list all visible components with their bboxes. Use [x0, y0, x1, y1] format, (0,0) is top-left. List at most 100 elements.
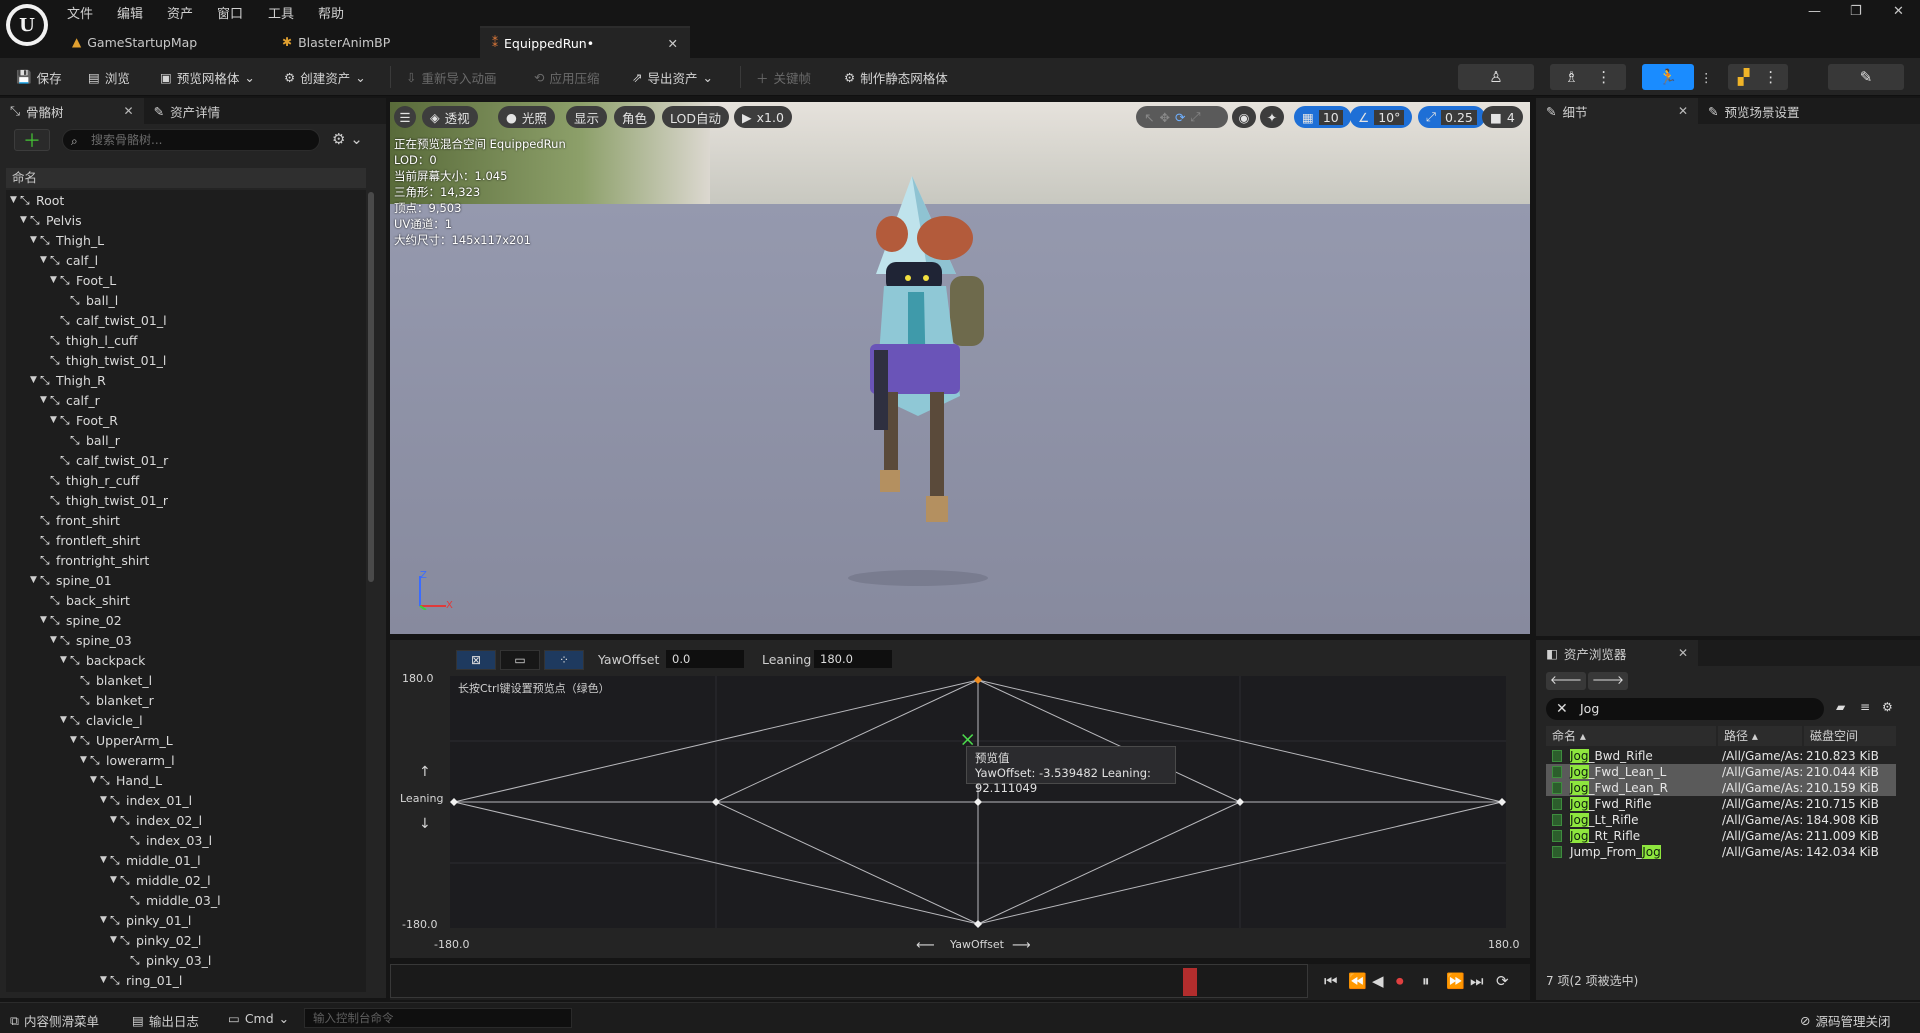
tab-details[interactable]: ✎ 细节 ✕: [1536, 98, 1698, 124]
bone-row[interactable]: ⤡ back_shirt: [40, 590, 130, 610]
scale-snap-button[interactable]: ⤢ 0.25: [1418, 106, 1485, 128]
bone-row[interactable]: ▼ ⤡ index_01_l: [100, 790, 192, 810]
folder-view-icon[interactable]: ▰: [1836, 700, 1845, 714]
expand-arrow-icon[interactable]: ▼: [50, 275, 60, 285]
expand-arrow-icon[interactable]: ▼: [110, 935, 120, 945]
play-reverse-icon[interactable]: ◀: [1372, 972, 1384, 990]
skip-to-end-icon[interactable]: ⏭: [1470, 972, 1484, 990]
bone-row[interactable]: ⤡ frontright_shirt: [30, 550, 149, 570]
unreal-logo-icon[interactable]: U: [6, 4, 48, 46]
back-button[interactable]: 🡐: [1546, 672, 1586, 690]
close-icon[interactable]: ✕: [1678, 104, 1688, 118]
bone-row[interactable]: ⤡ thigh_l_cuff: [40, 330, 138, 350]
bone-row[interactable]: ▼ ⤡ UpperArm_L: [70, 730, 173, 750]
world-local-icon[interactable]: ◉: [1232, 106, 1256, 128]
show-animation-names-icon[interactable]: ▭: [500, 650, 540, 670]
grid-snap-button[interactable]: ▦ 10: [1294, 106, 1351, 128]
save-button[interactable]: 💾 保存: [16, 66, 62, 88]
content-drawer-button[interactable]: ⧉ 内容侧滑菜单: [10, 1011, 99, 1030]
expand-arrow-icon[interactable]: ▼: [100, 855, 110, 865]
expand-arrow-icon[interactable]: ▼: [60, 715, 70, 725]
asset-row[interactable]: Jog_Fwd_Lean_L/All/Game/As: 210.044 KiB: [1546, 764, 1896, 780]
console-command-input[interactable]: 输入控制台命令: [304, 1008, 572, 1028]
step-forward-icon[interactable]: ⏩: [1446, 972, 1465, 990]
create-asset-button[interactable]: ⚙ 创建资产 ⌄: [284, 66, 366, 88]
tab-skeleton-tree[interactable]: ⤡ 骨骼树 ✕: [0, 98, 144, 124]
more-options-icon[interactable]: ⋮: [1700, 66, 1713, 88]
bone-row[interactable]: ▼ ⤡ Thigh_R: [30, 370, 106, 390]
output-log-button[interactable]: ▤ 输出日志: [132, 1011, 199, 1030]
expand-arrow-icon[interactable]: ▼: [90, 775, 100, 785]
expand-arrow-icon[interactable]: ▼: [50, 635, 60, 645]
leaning-field[interactable]: 180.0: [814, 650, 892, 668]
play-rate-button[interactable]: ▶ x1.0: [734, 106, 792, 128]
bone-row[interactable]: ▼ ⤡ middle_02_l: [110, 870, 211, 890]
bone-row[interactable]: ⤡ pinky_03_l: [120, 950, 211, 970]
timeline-scrubber[interactable]: [390, 964, 1308, 998]
bone-row[interactable]: ⤡ frontleft_shirt: [30, 530, 140, 550]
bone-row[interactable]: ▼ ⤡ Foot_R: [50, 410, 118, 430]
expand-arrow-icon[interactable]: ▼: [110, 815, 120, 825]
viewport-menu-icon[interactable]: ☰: [394, 106, 416, 128]
bone-row[interactable]: ⤡ thigh_twist_01_l: [40, 350, 166, 370]
tab-asset-details[interactable]: ✎ 资产详情: [144, 98, 231, 124]
preview-viewport[interactable]: ☰ ◈ 透视 ● 光照 显示 角色 LOD自动 ▶ x1.0 ↖ ✥ ⟳ ⤢ ◉ ✦ ▦ 10…: [390, 102, 1530, 634]
camera-speed-button[interactable]: ■ 4: [1482, 106, 1523, 128]
animation-mode-button[interactable]: 🏃: [1642, 64, 1694, 90]
bone-row[interactable]: ▼ ⤡ spine_01: [30, 570, 112, 590]
perspective-button[interactable]: ◈ 透视: [422, 106, 478, 128]
bone-row[interactable]: ▼ ⤡ index_02_l: [110, 810, 202, 830]
expand-arrow-icon[interactable]: ▼: [10, 195, 20, 205]
tab-equipped-run[interactable]: ⁑ EquippedRun• ✕: [480, 26, 690, 58]
asset-row[interactable]: Jog_Rt_Rifle/All/Game/As: 211.009 KiB: [1546, 828, 1896, 844]
bone-row[interactable]: ⤡ ball_l: [60, 290, 118, 310]
bone-row[interactable]: ⤡ thigh_twist_01_r: [40, 490, 168, 510]
expand-arrow-icon[interactable]: ▼: [70, 735, 80, 745]
menu-tools[interactable]: 工具: [268, 3, 294, 22]
filter-icon[interactable]: ≡: [1860, 700, 1870, 714]
blueprint-mode-button[interactable]: ▞ ⋮: [1728, 64, 1788, 90]
loop-icon[interactable]: ⟳: [1496, 972, 1509, 990]
tab-preview-scene-settings[interactable]: ✎ 预览场景设置: [1698, 98, 1810, 124]
search-input[interactable]: ⌕ 搜索骨骼树...: [62, 129, 320, 151]
close-icon[interactable]: ✕: [124, 104, 134, 118]
expand-arrow-icon[interactable]: ▼: [40, 395, 50, 405]
add-socket-button[interactable]: ＋: [14, 129, 50, 152]
column-name[interactable]: 命名 ▴: [1546, 726, 1716, 746]
asset-row[interactable]: Jog_Fwd_Rifle/All/Game/As: 210.715 KiB: [1546, 796, 1896, 812]
menu-file[interactable]: 文件: [67, 3, 93, 22]
expand-arrow-icon[interactable]: ▼: [40, 615, 50, 625]
physics-mode-button[interactable]: ✎: [1828, 64, 1904, 90]
expand-arrow-icon[interactable]: ▼: [60, 655, 70, 665]
expand-arrow-icon[interactable]: ▼: [100, 975, 110, 985]
asset-row[interactable]: Jog_Fwd_Lean_R/All/Game/As: 210.159 KiB: [1546, 780, 1896, 796]
bone-row[interactable]: ▼ ⤡ Thigh_L: [30, 230, 104, 250]
export-asset-button[interactable]: ⇗ 导出资产 ⌄: [632, 66, 713, 88]
mesh-mode-button[interactable]: ♗ ⋮: [1550, 64, 1626, 90]
menu-edit[interactable]: 编辑: [117, 3, 143, 22]
tab-asset-browser[interactable]: ◧ 资产浏览器 ✕: [1536, 640, 1698, 666]
expand-arrow-icon[interactable]: ▼: [100, 915, 110, 925]
tab-blaster-anim-bp[interactable]: ✱ BlasterAnimBP: [270, 26, 480, 58]
lighting-button[interactable]: ● 光照: [498, 106, 555, 128]
bone-row[interactable]: ⤡ thigh_r_cuff: [40, 470, 139, 490]
skeleton-mode-button[interactable]: ♙: [1458, 64, 1534, 90]
close-tab-icon[interactable]: ✕: [668, 36, 678, 51]
expand-arrow-icon[interactable]: ▼: [50, 415, 60, 425]
asset-row[interactable]: Jog_Bwd_Rifle/All/Game/As: 210.823 KiB: [1546, 748, 1896, 764]
bone-row[interactable]: ▼ ⤡ calf_r: [40, 390, 100, 410]
bone-row[interactable]: ▼ ⤡ spine_02: [40, 610, 122, 630]
make-static-mesh-button[interactable]: ⚙ 制作静态网格体: [844, 66, 948, 88]
triangulation-icon[interactable]: ⊠: [456, 650, 496, 670]
expand-arrow-icon[interactable]: ▼: [80, 755, 90, 765]
bone-row[interactable]: ▼ ⤡ Root: [10, 190, 64, 210]
forward-button[interactable]: 🡒: [1588, 672, 1628, 690]
bone-row[interactable]: ▼ ⤡ lowerarm_l: [80, 750, 175, 770]
playhead-marker[interactable]: [1183, 968, 1197, 996]
bone-row[interactable]: ▼ ⤡ middle_01_l: [100, 850, 201, 870]
close-window-icon[interactable]: ✕: [1893, 4, 1904, 19]
bone-row[interactable]: ⤡ blanket_r: [70, 690, 154, 710]
column-size[interactable]: 磁盘空间: [1804, 726, 1896, 746]
bone-row[interactable]: ⤡ middle_03_l: [120, 890, 221, 910]
menu-help[interactable]: 帮助: [318, 3, 344, 22]
